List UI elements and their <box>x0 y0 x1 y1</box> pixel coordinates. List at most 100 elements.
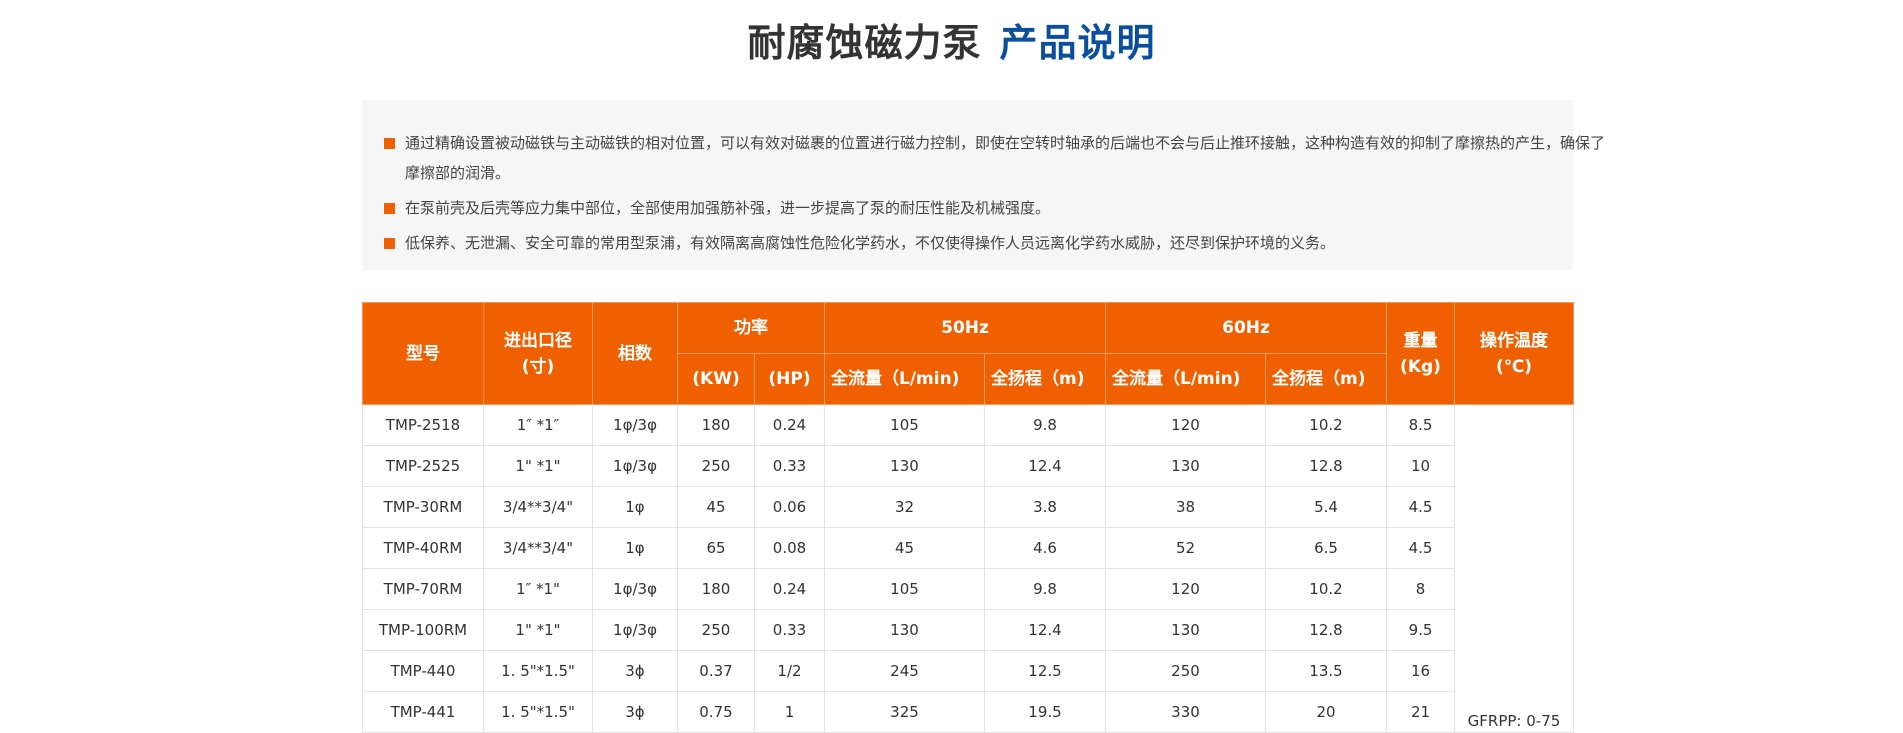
header-phase: 相数 <box>592 302 678 405</box>
cell-weight: 4.5 <box>1386 527 1455 569</box>
cell-port: 1. 5"*1.5" <box>483 691 593 733</box>
cell-hp: 1 <box>754 691 825 733</box>
page-title: 耐腐蚀磁力泵 产品说明 <box>0 16 1903 70</box>
cell-flow-50hz: 325 <box>824 691 985 733</box>
cell-hp: 0.24 <box>754 404 825 446</box>
cell-head-60hz: 10.2 <box>1265 404 1387 446</box>
cell-flow-60hz: 130 <box>1105 609 1266 651</box>
cell-head-50hz: 12.5 <box>984 650 1106 692</box>
cell-kw: 180 <box>677 568 755 610</box>
cell-model: TMP-2518 <box>362 404 484 446</box>
cell-head-60hz: 20 <box>1265 691 1387 733</box>
cell-weight: 8 <box>1386 568 1455 610</box>
cell-kw: 0.37 <box>677 650 755 692</box>
cell-kw: 250 <box>677 445 755 487</box>
cell-port: 1. 5"*1.5" <box>483 650 593 692</box>
cell-phase: 3ϕ <box>592 691 678 733</box>
cell-weight: 9.5 <box>1386 609 1455 651</box>
description-item: 在泵前壳及后壳等应力集中部位，全部使用加强筋补强，进一步提高了泵的耐压性能及机械… <box>384 193 1605 223</box>
cell-flow-60hz: 250 <box>1105 650 1266 692</box>
cell-head-50hz: 9.8 <box>984 568 1106 610</box>
cell-flow-50hz: 105 <box>824 568 985 610</box>
cell-model: TMP-2525 <box>362 445 484 487</box>
header-50hz: 50Hz <box>824 302 1106 354</box>
cell-hp: 0.08 <box>754 527 825 569</box>
title-main: 耐腐蚀磁力泵 <box>747 21 982 65</box>
header-temperature: 操作温度 (℃) <box>1454 302 1574 405</box>
cell-flow-50hz: 32 <box>824 486 985 528</box>
table-row: TMP-440 1. 5"*1.5" 3ϕ 0.37 1/2 245 12.5 … <box>362 650 1574 692</box>
cell-port: 1″ *1" <box>483 568 593 610</box>
cell-flow-60hz: 130 <box>1105 445 1266 487</box>
header-flow-60hz: 全流量（L/min) <box>1105 353 1266 405</box>
cell-head-60hz: 13.5 <box>1265 650 1387 692</box>
cell-kw: 45 <box>677 486 755 528</box>
description-panel: 通过精确设置被动磁铁与主动磁铁的相对位置，可以有效对磁裹的位置进行磁力控制，即使… <box>362 100 1605 270</box>
cell-head-50hz: 12.4 <box>984 609 1106 651</box>
table-row: TMP-2525 1" *1" 1φ/3φ 250 0.33 130 12.4 … <box>362 445 1574 487</box>
cell-phase: 1φ/3φ <box>592 568 678 610</box>
description-list: 通过精确设置被动磁铁与主动磁铁的相对位置，可以有效对磁裹的位置进行磁力控制，即使… <box>384 128 1605 258</box>
header-model: 型号 <box>362 302 484 405</box>
header-hp: (HP) <box>754 353 825 405</box>
cell-kw: 65 <box>677 527 755 569</box>
cell-phase: 1φ <box>592 486 678 528</box>
cell-phase: 1φ/3φ <box>592 609 678 651</box>
cell-head-60hz: 12.8 <box>1265 609 1387 651</box>
cell-weight: 21 <box>1386 691 1455 733</box>
cell-head-50hz: 4.6 <box>984 527 1106 569</box>
cell-model: TMP-441 <box>362 691 484 733</box>
table-row: TMP-30RM 3/4**3/4" 1φ 45 0.06 32 3.8 38 … <box>362 486 1574 528</box>
header-kw: (KW) <box>677 353 755 405</box>
cell-head-60hz: 5.4 <box>1265 486 1387 528</box>
cell-flow-60hz: 120 <box>1105 568 1266 610</box>
cell-phase: 3ϕ <box>592 650 678 692</box>
cell-model: TMP-100RM <box>362 609 484 651</box>
cell-hp: 0.24 <box>754 568 825 610</box>
table-row: TMP-2518 1″ *1″ 1φ/3φ 180 0.24 105 9.8 1… <box>362 404 1574 733</box>
cell-kw: 0.75 <box>677 691 755 733</box>
cell-flow-60hz: 330 <box>1105 691 1266 733</box>
square-bullet-icon <box>384 238 395 249</box>
cell-model: TMP-40RM <box>362 527 484 569</box>
cell-port: 3/4**3/4" <box>483 527 593 569</box>
header-60hz: 60Hz <box>1105 302 1387 354</box>
cell-weight: 8.5 <box>1386 404 1455 446</box>
cell-head-50hz: 9.8 <box>984 404 1106 446</box>
square-bullet-icon <box>384 138 395 149</box>
table-row: TMP-100RM 1" *1" 1φ/3φ 250 0.33 130 12.4… <box>362 609 1574 651</box>
cell-flow-60hz: 120 <box>1105 404 1266 446</box>
header-flow-50hz: 全流量（L/min) <box>824 353 985 405</box>
cell-port: 1″ *1″ <box>483 404 593 446</box>
cell-flow-50hz: 130 <box>824 609 985 651</box>
cell-weight: 16 <box>1386 650 1455 692</box>
cell-flow-50hz: 105 <box>824 404 985 446</box>
header-power: 功率 <box>677 302 825 354</box>
cell-head-60hz: 10.2 <box>1265 568 1387 610</box>
cell-flow-50hz: 245 <box>824 650 985 692</box>
header-head-60hz: 全扬程（m) <box>1265 353 1387 405</box>
header-weight: 重量 (Kg) <box>1386 302 1455 405</box>
header-head-50hz: 全扬程（m) <box>984 353 1106 405</box>
spec-table: 型号 进出口径 (寸) 相数 功率 50Hz 60Hz 重量 (Kg) 操作温度… <box>362 302 1574 733</box>
cell-hp: 1/2 <box>754 650 825 692</box>
cell-port: 1" *1" <box>483 609 593 651</box>
cell-weight: 4.5 <box>1386 486 1455 528</box>
square-bullet-icon <box>384 203 395 214</box>
cell-port: 1" *1" <box>483 445 593 487</box>
cell-phase: 1φ <box>592 527 678 569</box>
table-row: TMP-441 1. 5"*1.5" 3ϕ 0.75 1 325 19.5 33… <box>362 691 1574 733</box>
cell-weight: 10 <box>1386 445 1455 487</box>
header-port: 进出口径 (寸) <box>483 302 593 405</box>
cell-flow-60hz: 38 <box>1105 486 1266 528</box>
cell-head-60hz: 6.5 <box>1265 527 1387 569</box>
cell-hp: 0.06 <box>754 486 825 528</box>
description-item: 低保养、无泄漏、安全可靠的常用型泵浦，有效隔离高腐蚀性危险化学药水，不仅使得操作… <box>384 228 1605 258</box>
cell-flow-60hz: 52 <box>1105 527 1266 569</box>
cell-flow-50hz: 45 <box>824 527 985 569</box>
cell-temperature: GFRPP: 0-75 <box>1454 404 1574 733</box>
cell-phase: 1φ/3φ <box>592 404 678 446</box>
cell-hp: 0.33 <box>754 609 825 651</box>
cell-model: TMP-440 <box>362 650 484 692</box>
cell-kw: 250 <box>677 609 755 651</box>
